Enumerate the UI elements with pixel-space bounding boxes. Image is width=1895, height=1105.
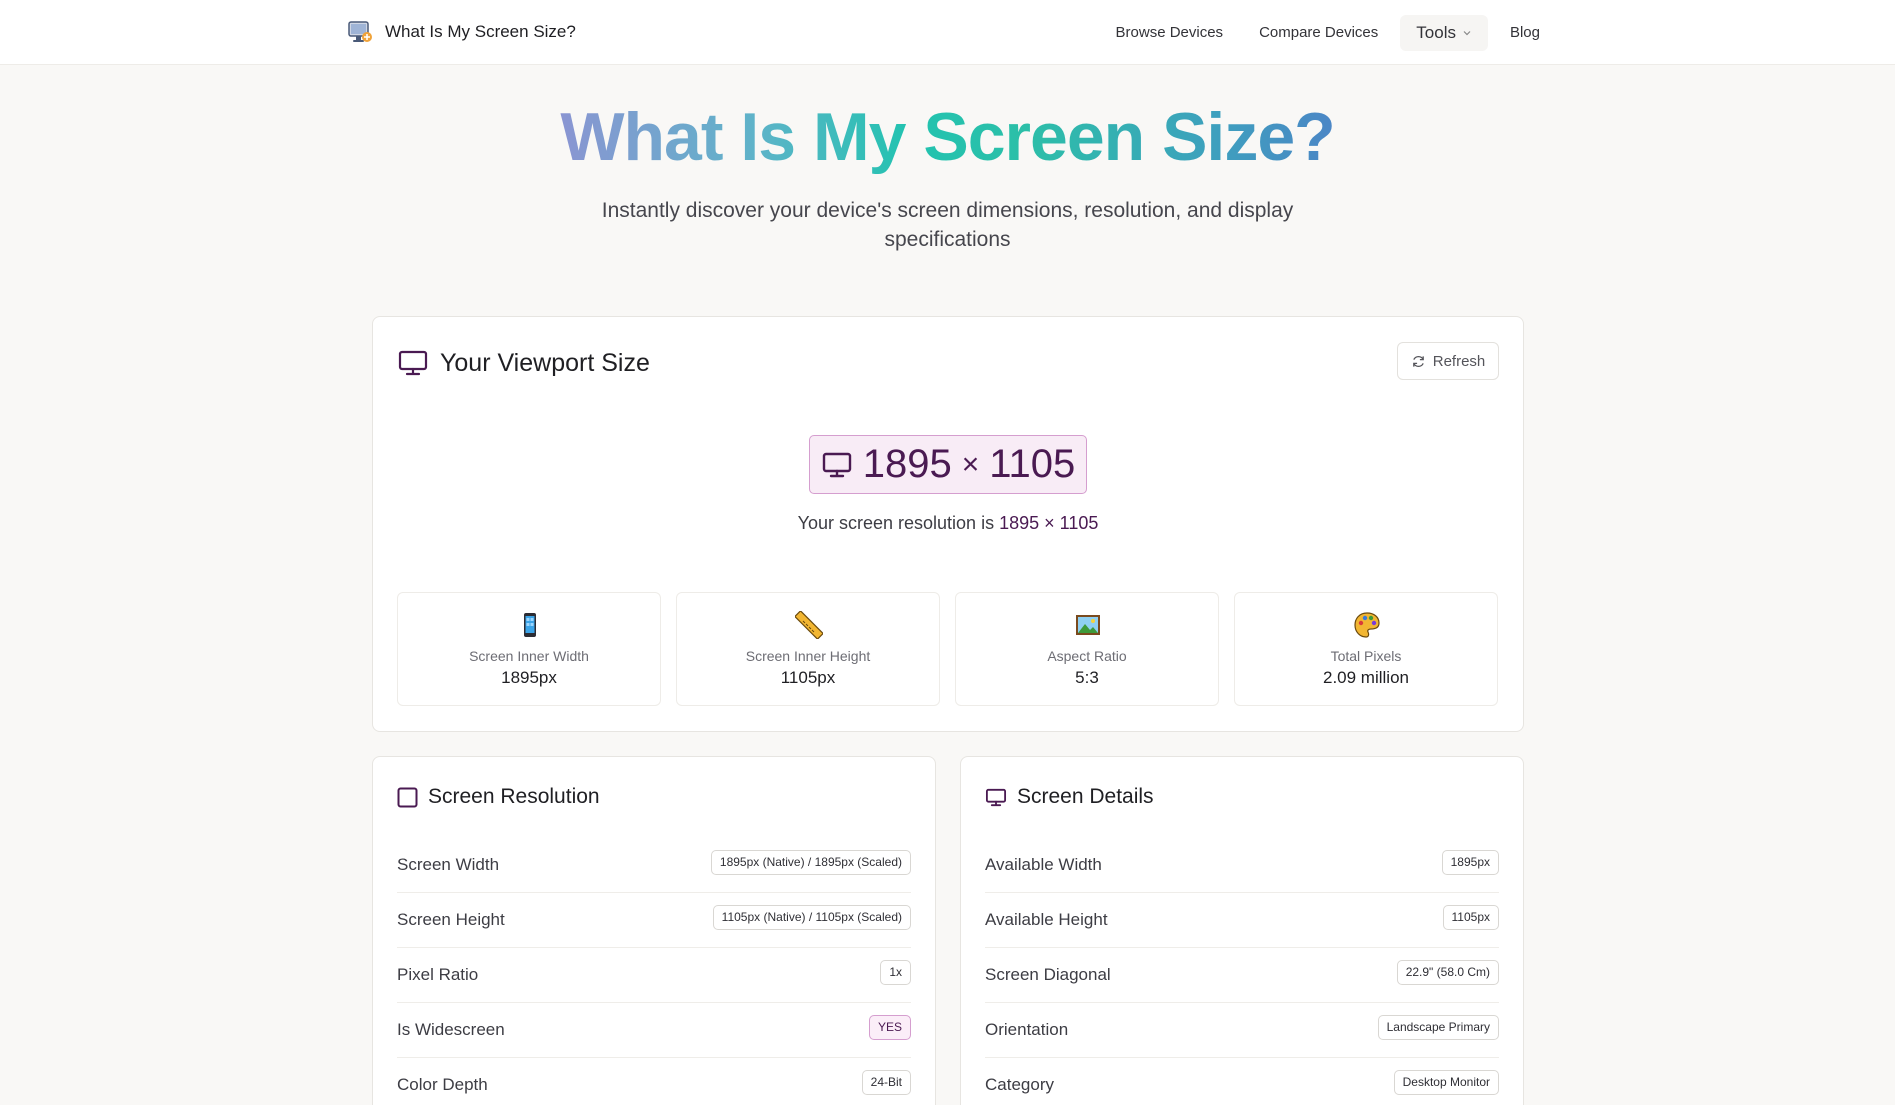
stat-aspect-ratio: Aspect Ratio 5:3: [955, 592, 1219, 706]
row-value-badge: 1105px (Native) / 1105px (Scaled): [712, 905, 911, 930]
row-available-height: Available Height 1105px: [985, 893, 1499, 948]
row-label: Screen Height: [397, 910, 505, 929]
screen-resolution-header: Screen Resolution: [397, 785, 600, 809]
monitor-icon: [985, 788, 1007, 806]
row-label: Orientation: [985, 1020, 1069, 1039]
brand-link[interactable]: What Is My Screen Size?: [347, 19, 576, 45]
refresh-icon: [1412, 355, 1424, 367]
row-is-widescreen: Is Widescreen YES: [397, 1003, 911, 1058]
resolution-times: ×: [961, 447, 980, 481]
stat-inner-height: Screen Inner Height 1105px: [676, 592, 940, 706]
row-value-badge: 1895px (Native) / 1895px (Scaled): [710, 850, 911, 875]
row-screen-width: Screen Width 1895px (Native) / 1895px (S…: [397, 838, 911, 893]
chevron-down-icon: [1463, 30, 1471, 35]
refresh-label: Refresh: [1432, 352, 1486, 370]
picture-icon: [1076, 615, 1100, 635]
refresh-button[interactable]: Refresh: [1397, 342, 1499, 380]
stat-value: 1895px: [501, 668, 557, 687]
ruler-icon: [795, 611, 823, 639]
row-value-badge: 22.9" (58.0 Cm): [1396, 960, 1499, 985]
row-value-badge: YES: [868, 1015, 911, 1040]
row-label: Screen Diagonal: [985, 965, 1111, 984]
row-value-badge: 1x: [880, 960, 911, 985]
stat-value: 1105px: [780, 668, 836, 687]
row-label: Screen Width: [397, 855, 500, 874]
stat-label: Aspect Ratio: [1047, 648, 1127, 664]
resolution-height: 1105: [989, 442, 1076, 486]
row-category: Category Desktop Monitor: [985, 1058, 1499, 1105]
viewport-card: Your Viewport Size Refresh 1895 × 1105 Y…: [372, 316, 1524, 732]
row-value-badge: 1105px: [1442, 905, 1499, 930]
stat-total-pixels: Total Pixels 2.09 million: [1234, 592, 1498, 706]
screen-details-header: Screen Details: [985, 785, 1154, 809]
row-pixel-ratio: Pixel Ratio 1x: [397, 948, 911, 1003]
stat-inner-width: Screen Inner Width 1895px: [397, 592, 661, 706]
row-label: Is Widescreen: [397, 1020, 505, 1039]
stat-label: Screen Inner Width: [469, 648, 589, 664]
palette-icon: [1354, 612, 1380, 638]
monitor-logo-icon: [348, 21, 372, 42]
hero-subtitle: Instantly discover your device's screen …: [601, 199, 1294, 251]
stat-label: Screen Inner Height: [745, 648, 871, 664]
phone-icon: [524, 613, 536, 637]
screen-resolution-title: Screen Resolution: [428, 785, 600, 808]
nav-blog[interactable]: Blog: [1510, 24, 1540, 41]
screen-details-card: Screen Details Available Width 1895px Av…: [960, 756, 1524, 1105]
nav-compare-devices[interactable]: Compare Devices: [1259, 24, 1378, 41]
resolution-width: 1895: [862, 442, 952, 486]
brand-name: What Is My Screen Size?: [385, 22, 576, 41]
nav-tools-label: Tools: [1416, 22, 1456, 42]
nav-browse-devices[interactable]: Browse Devices: [1116, 24, 1224, 41]
viewport-card-header: Your Viewport Size: [398, 348, 650, 378]
row-color-depth: Color Depth 24-Bit: [397, 1058, 911, 1105]
resolution-badge: 1895 × 1105: [809, 435, 1087, 494]
row-value-badge: 1895px: [1441, 850, 1499, 875]
nav-links: Browse Devices Compare Devices Tools Blo…: [1116, 0, 1540, 65]
row-label: Available Width: [985, 855, 1102, 874]
stat-label: Total Pixels: [1330, 648, 1402, 664]
row-available-width: Available Width 1895px: [985, 838, 1499, 893]
monitor-icon: [398, 350, 428, 376]
screen-resolution-card: Screen Resolution Screen Width 1895px (N…: [372, 756, 936, 1105]
row-value-badge: 24-Bit: [861, 1070, 911, 1095]
stat-value: 5:3: [1075, 668, 1099, 687]
row-screen-height: Screen Height 1105px (Native) / 1105px (…: [397, 893, 911, 948]
row-screen-diagonal: Screen Diagonal 22.9" (58.0 Cm): [985, 948, 1499, 1003]
row-label: Color Depth: [397, 1075, 488, 1094]
row-label: Pixel Ratio: [397, 965, 479, 984]
row-label: Available Height: [985, 910, 1108, 929]
resolution-summary-value: 1895 × 1105: [999, 513, 1099, 533]
stat-value: 2.09 million: [1323, 668, 1409, 687]
square-icon: [397, 787, 418, 807]
row-value-badge: Landscape Primary: [1377, 1015, 1499, 1040]
row-label: Category: [985, 1075, 1054, 1094]
page-title: What Is My Screen Size?: [560, 99, 1335, 175]
row-orientation: Orientation Landscape Primary: [985, 1003, 1499, 1058]
resolution-summary: Your screen resolution is 1895 × 1105: [797, 513, 1099, 533]
viewport-card-title: Your Viewport Size: [440, 348, 650, 377]
row-value-badge: Desktop Monitor: [1393, 1070, 1499, 1095]
top-nav: What Is My Screen Size? Browse Devices C…: [0, 0, 1895, 65]
monitor-icon: [822, 452, 851, 477]
nav-tools-dropdown[interactable]: Tools: [1400, 14, 1488, 51]
screen-details-title: Screen Details: [1017, 785, 1154, 808]
